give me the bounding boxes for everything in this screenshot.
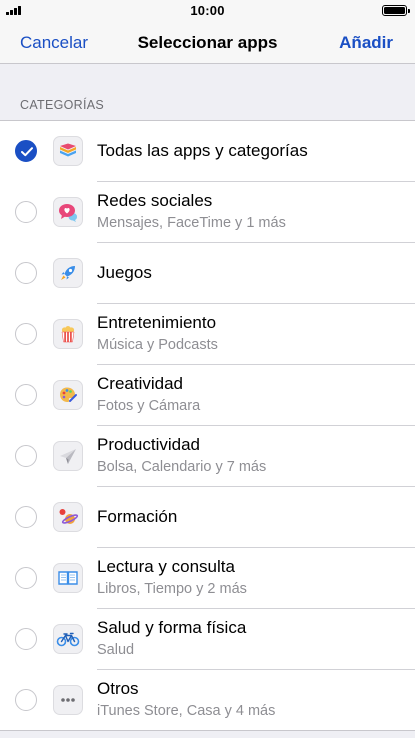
list-item-productivity[interactable]: Productividad Bolsa, Calendario y 7 más — [0, 425, 415, 486]
list-item-reading[interactable]: Lectura y consulta Libros, Tiempo y 2 má… — [0, 547, 415, 608]
battery-icon — [382, 5, 410, 16]
status-time: 10:00 — [190, 3, 225, 18]
row-title: Otros — [97, 679, 139, 698]
row-text: Creatividad Fotos y Cámara — [97, 373, 405, 416]
row-title: Formación — [97, 506, 178, 526]
row-text: Juegos — [97, 262, 405, 284]
list-item-health[interactable]: Salud y forma física Salud — [0, 608, 415, 669]
checkbox-unchecked[interactable] — [15, 444, 37, 467]
chat-heart-icon — [53, 196, 83, 227]
row-subtitle: Fotos y Cámara — [97, 398, 201, 414]
section-header-categories: CATEGORÍAS — [20, 98, 105, 112]
open-book-icon — [53, 562, 83, 593]
row-text: Salud y forma física Salud — [97, 617, 405, 660]
planet-icon — [53, 501, 83, 532]
palette-icon — [53, 379, 83, 410]
row-text: Entretenimiento Música y Podcasts — [97, 312, 405, 355]
checkbox-unchecked[interactable] — [15, 505, 37, 528]
row-title: Entretenimiento — [97, 313, 217, 332]
row-title: Lectura y consulta — [97, 557, 235, 576]
checkbox-unchecked[interactable] — [15, 322, 37, 345]
ellipsis-icon — [53, 684, 83, 715]
status-bar: 10:00 — [0, 0, 415, 20]
checkbox-unchecked[interactable] — [15, 566, 37, 589]
checkbox-unchecked[interactable] — [15, 200, 37, 223]
screen: 10:00 Cancelar Seleccionar apps Añadir C… — [0, 0, 415, 738]
row-subtitle: Mensajes, FaceTime y 1 más — [97, 215, 286, 231]
bicycle-icon — [53, 623, 83, 654]
list-item-education[interactable]: Formación — [0, 486, 415, 547]
row-subtitle: iTunes Store, Casa y 4 más — [97, 703, 276, 719]
checkbox-unchecked[interactable] — [15, 383, 37, 406]
row-subtitle: Libros, Tiempo y 2 más — [97, 581, 247, 597]
row-subtitle: Salud — [97, 642, 135, 658]
row-title: Juegos — [97, 262, 152, 282]
list-item-other[interactable]: Otros iTunes Store, Casa y 4 más — [0, 669, 415, 730]
category-list: Todas las apps y categorías Redes social… — [0, 120, 415, 731]
list-item-social[interactable]: Redes sociales Mensajes, FaceTime y 1 má… — [0, 181, 415, 242]
add-button[interactable]: Añadir — [339, 33, 393, 53]
row-text: Otros iTunes Store, Casa y 4 más — [97, 678, 405, 721]
list-item-all-apps[interactable]: Todas las apps y categorías — [0, 121, 415, 181]
row-text: Productividad Bolsa, Calendario y 7 más — [97, 434, 405, 477]
row-text: Lectura y consulta Libros, Tiempo y 2 má… — [97, 556, 405, 599]
popcorn-icon — [53, 318, 83, 349]
row-title: Creatividad — [97, 374, 183, 393]
list-item-creativity[interactable]: Creatividad Fotos y Cámara — [0, 364, 415, 425]
rocket-icon — [53, 257, 83, 288]
navigation-bar: Cancelar Seleccionar apps Añadir — [0, 20, 415, 64]
row-text: Redes sociales Mensajes, FaceTime y 1 má… — [97, 190, 405, 233]
row-title: Productividad — [97, 435, 201, 454]
row-title: Redes sociales — [97, 191, 213, 210]
row-text: Formación — [97, 506, 405, 528]
row-title: Salud y forma física — [97, 618, 247, 637]
paper-plane-icon — [53, 440, 83, 471]
row-subtitle: Música y Podcasts — [97, 337, 218, 353]
list-item-entertainment[interactable]: Entretenimiento Música y Podcasts — [0, 303, 415, 364]
row-text: Todas las apps y categorías — [97, 140, 405, 162]
checkbox-checked[interactable] — [15, 140, 37, 162]
checkbox-unchecked[interactable] — [15, 261, 37, 284]
stack-layers-icon — [53, 136, 83, 166]
list-item-games[interactable]: Juegos — [0, 242, 415, 303]
row-title: Todas las apps y categorías — [97, 141, 308, 160]
row-subtitle: Bolsa, Calendario y 7 más — [97, 459, 267, 475]
checkbox-unchecked[interactable] — [15, 688, 37, 711]
checkbox-unchecked[interactable] — [15, 627, 37, 650]
